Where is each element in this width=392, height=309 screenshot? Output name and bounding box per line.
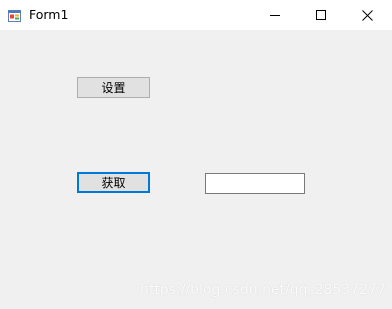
get-button[interactable]: 获取 <box>77 172 150 193</box>
form-client-area: 设置 获取 https://blog.csdn.net/qq_28537277 <box>0 30 392 309</box>
maximize-button[interactable] <box>298 0 344 30</box>
form-app-icon[interactable] <box>8 8 22 22</box>
form1-window: Form1 设置 获取 https://blog.csdn.net/qq_285… <box>0 0 392 309</box>
title-bar[interactable]: Form1 <box>0 0 392 30</box>
window-title: Form1 <box>29 7 69 22</box>
close-button[interactable] <box>344 0 390 30</box>
settings-button[interactable]: 设置 <box>77 77 150 98</box>
minimize-icon <box>270 15 280 16</box>
minimize-button[interactable] <box>252 0 298 30</box>
close-icon <box>361 9 373 21</box>
value-textbox[interactable] <box>205 173 305 194</box>
watermark-text: https://blog.csdn.net/qq_28537277 <box>140 282 386 298</box>
maximize-icon <box>316 10 326 20</box>
